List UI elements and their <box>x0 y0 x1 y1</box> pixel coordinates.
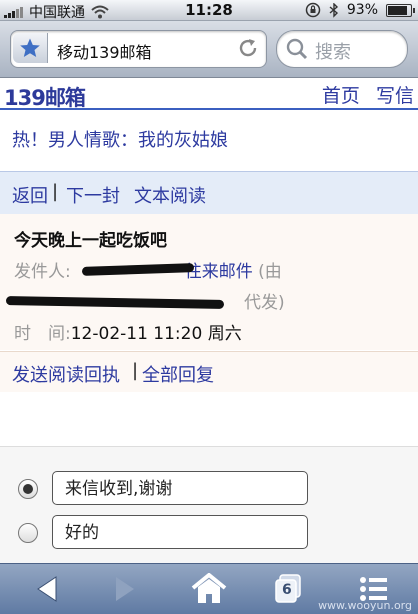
promo-link[interactable]: 热！男人情歌：我的灰姑娘 <box>12 126 228 152</box>
mail-body <box>0 392 418 447</box>
time-line: 时 间:12-02-11 11:20 周六 <box>14 319 242 344</box>
reload-icon[interactable] <box>236 36 260 60</box>
mail-actions: 返回 | 下一封 文本阅读 <box>0 171 418 215</box>
read-receipt-link[interactable]: 发送阅读回执 <box>12 361 120 387</box>
back-arrow-icon[interactable] <box>28 573 68 605</box>
mail-header: 今天晚上一起吃饭吧 发件人: 往来邮件 (由 代发) 时 间:12-02-11 1… <box>0 214 418 350</box>
browser-toolbar: 6 www.wooyun.org <box>0 563 418 614</box>
watermark: www.wooyun.org <box>318 599 412 612</box>
quick-reply-radio-1[interactable] <box>18 479 38 499</box>
back-link[interactable]: 返回 <box>12 182 48 208</box>
status-right: 93% <box>305 2 415 18</box>
home-link[interactable]: 首页 <box>322 85 360 107</box>
mail-subject: 今天晚上一起吃饭吧 <box>14 231 167 251</box>
sender-tail: (由 <box>258 262 282 282</box>
tabs-button[interactable]: 6 <box>268 573 308 605</box>
text-read-link[interactable]: 文本阅读 <box>134 182 206 208</box>
quick-reply-option-1[interactable]: 来信收到,谢谢 <box>52 471 308 505</box>
browser-nav-bar: 移动139邮箱 搜索 <box>0 21 418 78</box>
forward-arrow-icon[interactable] <box>104 573 144 605</box>
search-icon <box>286 38 308 60</box>
search-placeholder: 搜索 <box>315 42 351 63</box>
quick-reply-radio-2[interactable] <box>18 523 38 543</box>
home-icon[interactable] <box>188 573 230 605</box>
folder-link[interactable]: 往来邮件 <box>185 262 253 282</box>
reply-actions: 发送阅读回执 | 全部回复 <box>0 351 418 393</box>
proxy-suffix: 代发) <box>244 293 285 313</box>
page-title-in-url: 移动139邮箱 <box>57 43 152 62</box>
compose-link[interactable]: 写信 <box>376 85 414 107</box>
time-value: 12-02-11 11:20 周六 <box>70 324 242 344</box>
sender-label: 发件人: <box>14 262 71 282</box>
time-label: 时 间: <box>14 324 71 344</box>
quick-reply-option-2[interactable]: 好的 <box>52 515 308 549</box>
separator: | <box>52 181 59 202</box>
address-bar[interactable]: 移动139邮箱 <box>10 30 267 68</box>
quick-reply-list: 来信收到,谢谢 好的 <box>0 447 418 563</box>
next-mail-link[interactable]: 下一封 <box>66 182 120 208</box>
top-links: 首页 写信 <box>312 81 414 108</box>
reply-all-link[interactable]: 全部回复 <box>142 361 214 387</box>
battery-icon <box>386 3 415 17</box>
bluetooth-icon <box>329 2 338 18</box>
status-bar: 中国联通 11:28 93% <box>0 0 418 21</box>
separator: | <box>132 360 139 381</box>
rotation-lock-icon <box>305 2 321 18</box>
star-icon <box>20 38 40 57</box>
search-input[interactable]: 搜索 <box>276 30 408 68</box>
battery-percent: 93% <box>346 2 378 18</box>
brand-row: 139邮箱 首页 写信 <box>0 78 418 110</box>
divider <box>0 108 418 110</box>
bookmark-button[interactable] <box>13 33 48 63</box>
promo-row: 热！男人情歌：我的灰姑娘 <box>0 112 418 164</box>
tab-count: 6 <box>282 582 292 598</box>
